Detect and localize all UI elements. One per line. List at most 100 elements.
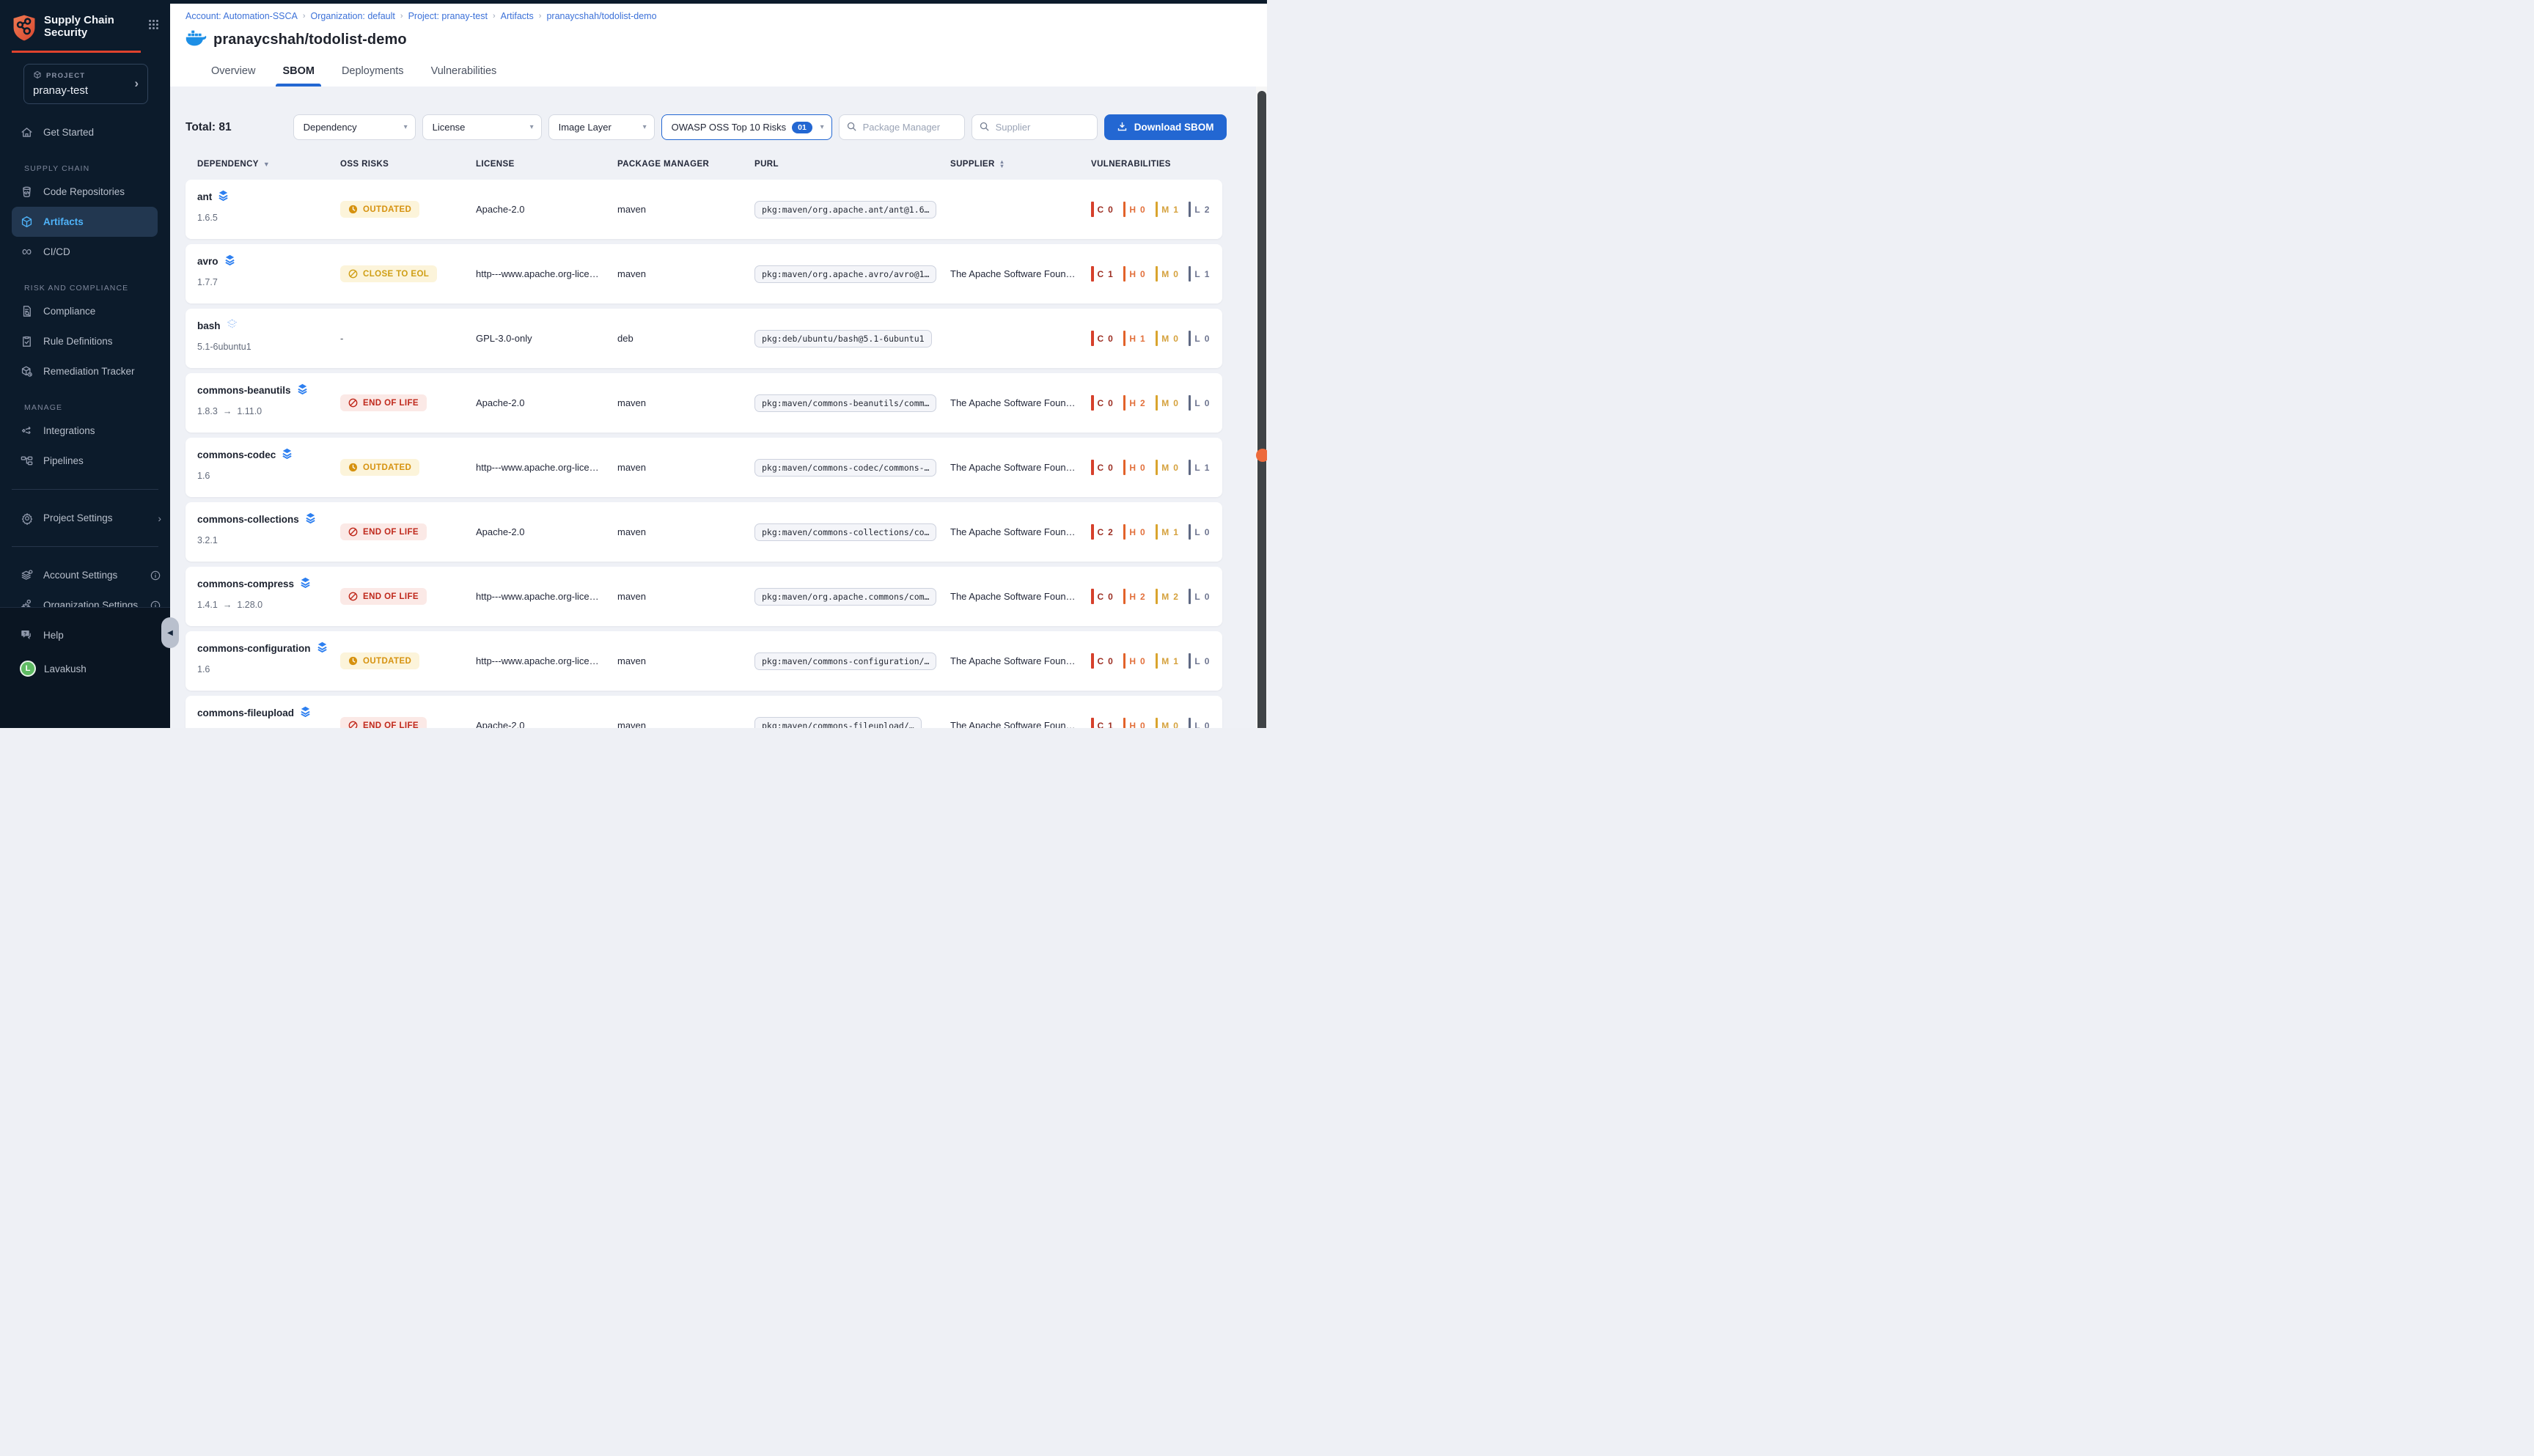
download-sbom-button[interactable]: Download SBOM — [1104, 114, 1227, 140]
sidebar-item-get-started[interactable]: Get Started — [0, 117, 170, 147]
tab-deployments[interactable]: Deployments — [342, 65, 404, 87]
info-icon — [150, 600, 161, 608]
purl-value[interactable]: pkg:maven/commons-collections/co… — [754, 523, 936, 541]
app-grid-icon[interactable] — [147, 18, 160, 34]
license-value: http---www.apache.org-lice… — [476, 462, 609, 473]
purl-value[interactable]: pkg:maven/org.apache.ant/ant@1.6… — [754, 201, 936, 218]
severity-bar — [1123, 331, 1126, 346]
package-manager-input[interactable] — [839, 114, 965, 140]
package-manager-cell: deb — [617, 309, 754, 368]
filter-image-layer[interactable]: Image Layer▾ — [548, 114, 655, 140]
table-row[interactable]: commons-collections3.2.1END OF LIFEApach… — [186, 502, 1222, 562]
layers-icon[interactable] — [316, 641, 328, 655]
sort-toggle-icon[interactable]: ▲▼ — [999, 160, 1005, 169]
column-header-purl: PURL — [754, 160, 950, 169]
severity-bar — [1091, 524, 1094, 540]
table-row[interactable]: commons-beanutils1.8.3→1.11.0END OF LIFE… — [186, 373, 1222, 433]
purl-value[interactable]: pkg:maven/org.apache.avro/avro@1… — [754, 265, 936, 283]
filter-dependency[interactable]: Dependency▾ — [293, 114, 416, 140]
layers-icon[interactable] — [281, 447, 293, 462]
severity-count-h: H0 — [1123, 653, 1146, 669]
oss-risk-badge: END OF LIFE — [340, 394, 427, 411]
license-cell: GPL-3.0-only — [476, 309, 617, 368]
project-selector[interactable]: PROJECT pranay-test › — [23, 64, 148, 104]
scrollbar[interactable] — [1256, 87, 1267, 728]
severity-bar — [1189, 202, 1191, 217]
sidebar-item-project-settings[interactable]: Project Settings› — [0, 503, 170, 533]
oss-risk-badge: OUTDATED — [340, 652, 419, 669]
layers-icon[interactable] — [217, 189, 229, 204]
layers-icon[interactable] — [299, 705, 312, 720]
sort-filter-icon[interactable]: ▼ — [263, 161, 270, 168]
license-value: Apache-2.0 — [476, 397, 535, 408]
oss-risk-cell: OUTDATED — [340, 631, 476, 691]
breadcrumb-link[interactable]: Artifacts — [501, 11, 534, 21]
help-item[interactable]: ? Help — [20, 621, 170, 649]
table-row[interactable]: commons-compress1.4.1→1.28.0END OF LIFEh… — [186, 567, 1222, 626]
table-row[interactable]: commons-configuration1.6OUTDATEDhttp---w… — [186, 631, 1222, 691]
sidebar-item-pipelines[interactable]: Pipelines — [0, 446, 170, 476]
purl-value[interactable]: pkg:maven/commons-configuration/… — [754, 652, 936, 670]
infinity-icon: ∞ — [20, 245, 34, 259]
purl-cell: pkg:maven/org.apache.commons/com… — [754, 567, 950, 626]
purl-value[interactable]: pkg:deb/ubuntu/bash@5.1-6ubuntu1 — [754, 330, 932, 348]
search-icon — [846, 121, 857, 136]
table-row[interactable]: bash5.1-6ubuntu1-GPL-3.0-onlydebpkg:deb/… — [186, 309, 1222, 368]
license-value: GPL-3.0-only — [476, 333, 543, 344]
sidebar-item-compliance[interactable]: Compliance — [0, 296, 170, 326]
layers-icon[interactable] — [304, 512, 317, 526]
sidebar-item-rule-definitions[interactable]: Rule Definitions — [0, 326, 170, 356]
sidebar-item-organization-settings[interactable]: Organization Settings — [0, 590, 170, 607]
filter-license[interactable]: License▾ — [422, 114, 542, 140]
nav-section-manage: MANAGE — [24, 403, 170, 412]
breadcrumb-link[interactable]: pranaycshah/todolist-demo — [546, 11, 656, 21]
user-menu[interactable]: L Lavakush — [20, 655, 170, 683]
total-count: Total: 81 — [186, 121, 232, 134]
sidebar-item-label: Integrations — [43, 425, 95, 436]
sidebar-item-ci-cd[interactable]: ∞CI/CD — [0, 237, 170, 267]
table-row[interactable]: commons-codec1.6OUTDATEDhttp---www.apach… — [186, 438, 1222, 497]
supplier-input[interactable] — [972, 114, 1098, 140]
table-row[interactable]: avro1.7.7CLOSE TO EOLhttp---www.apache.o… — [186, 244, 1222, 304]
tab-overview[interactable]: Overview — [211, 65, 255, 87]
feedback-widget-dot[interactable] — [1256, 449, 1267, 462]
severity-count-m: M0 — [1156, 331, 1179, 346]
purl-value[interactable]: pkg:maven/org.apache.commons/com… — [754, 588, 936, 606]
sidebar-item-account-settings[interactable]: Account Settings — [0, 560, 170, 590]
severity-bar — [1123, 524, 1126, 540]
layers-outline-icon[interactable] — [226, 318, 238, 333]
table-row[interactable]: ant1.6.5OUTDATEDApache-2.0mavenpkg:maven… — [186, 180, 1222, 239]
layers-icon[interactable] — [299, 576, 312, 591]
scrollbar-thumb[interactable] — [1257, 91, 1266, 728]
dependency-version: 5.1-6ubuntu1 — [197, 342, 251, 352]
upgrade-arrow-icon: → — [223, 600, 232, 610]
severity-bar — [1123, 202, 1126, 217]
column-header-oss-risks: OSS RISKS — [340, 160, 476, 169]
sidebar-collapse-handle[interactable]: ◀ — [161, 617, 179, 648]
sidebar-item-code-repositories[interactable]: Code Repositories — [0, 177, 170, 207]
package-manager-cell: maven — [617, 438, 754, 497]
column-header-dependency[interactable]: DEPENDENCY▼ — [197, 160, 340, 169]
breadcrumb-separator: › — [400, 12, 403, 21]
breadcrumb-link[interactable]: Organization: default — [311, 11, 395, 21]
breadcrumb: Account: Automation-SSCA › Organization: d… — [186, 11, 1267, 21]
supplier-cell: The Apache Software Foun… — [950, 696, 1091, 728]
filter-owasp-oss-top-10-risks[interactable]: OWASP OSS Top 10 Risks01▾ — [661, 114, 832, 140]
severity-bar — [1156, 460, 1158, 475]
vulnerabilities-cell: C0H0M1L0 — [1091, 631, 1222, 691]
purl-value[interactable]: pkg:maven/commons-fileupload/… — [754, 717, 922, 729]
sidebar-item-remediation-tracker[interactable]: Remediation Tracker — [0, 356, 170, 386]
tab-sbom[interactable]: SBOM — [282, 65, 315, 87]
layers-icon[interactable] — [296, 383, 309, 397]
breadcrumb-link[interactable]: Account: Automation-SSCA — [186, 11, 298, 21]
license-value: http---www.apache.org-lice… — [476, 268, 609, 279]
table-row[interactable]: commons-fileuploadEND OF LIFEApache-2.0m… — [186, 696, 1222, 728]
sidebar-item-integrations[interactable]: Integrations — [0, 416, 170, 446]
breadcrumb-link[interactable]: Project: pranay-test — [408, 11, 488, 21]
purl-value[interactable]: pkg:maven/commons-beanutils/comm… — [754, 394, 936, 412]
layers-icon[interactable] — [224, 254, 236, 268]
purl-value[interactable]: pkg:maven/commons-codec/commons-… — [754, 459, 936, 477]
column-header-supplier[interactable]: SUPPLIER▲▼ — [950, 160, 1091, 169]
tab-vulnerabilities[interactable]: Vulnerabilities — [431, 65, 497, 87]
sidebar-item-artifacts[interactable]: Artifacts — [12, 207, 158, 237]
